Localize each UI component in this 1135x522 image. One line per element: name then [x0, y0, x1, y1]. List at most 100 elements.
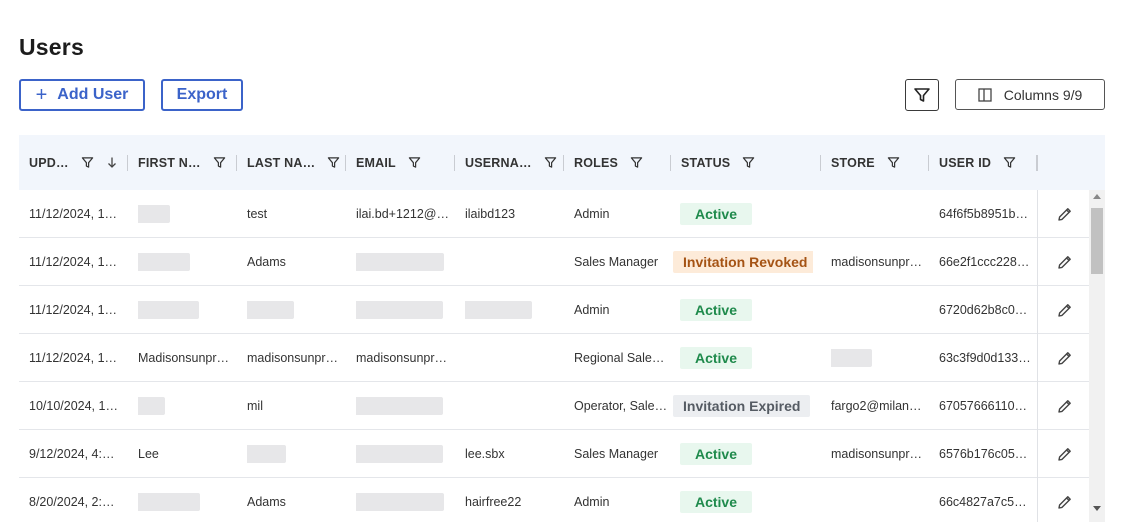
column-header-8[interactable]: USER ID: [939, 135, 1037, 190]
filter-icon[interactable]: [1003, 156, 1016, 169]
column-separator[interactable]: [454, 155, 455, 171]
first-cell: Lee: [138, 446, 159, 461]
column-header-label: STORE: [831, 155, 875, 170]
table-header: UPD… FIRST N… LAST NA… EMAIL USERNA… ROLES STA…: [19, 135, 1105, 190]
column-header-5[interactable]: ROLES: [574, 135, 671, 190]
filter-icon[interactable]: [742, 156, 755, 169]
redacted-cell: [356, 286, 455, 333]
roles-cell: Sales Manager: [574, 254, 659, 269]
store-cell: [831, 478, 929, 522]
redacted-cell: [356, 430, 455, 477]
column-separator[interactable]: [820, 155, 821, 171]
updated-cell: 9/12/2024, 4:…: [29, 446, 115, 461]
filter-button[interactable]: [905, 79, 939, 111]
user-id-cell: 6576b176c05…: [939, 446, 1028, 461]
pencil-edit-icon[interactable]: [1055, 492, 1075, 512]
column-separator[interactable]: [563, 155, 564, 171]
table-row[interactable]: 11/12/2024, 1… Madisonsunpr… madisonsunpr……: [19, 334, 1105, 382]
pencil-edit-icon[interactable]: [1055, 204, 1075, 224]
column-header-0[interactable]: UPD…: [29, 135, 128, 190]
table-row[interactable]: 11/12/2024, 1… Adams Sales Manager Invitati…: [19, 238, 1105, 286]
last-cell: test: [247, 206, 268, 221]
scroll-down-arrow-icon[interactable]: [1093, 506, 1101, 511]
redacted-cell: [247, 286, 346, 333]
redacted-value: [465, 300, 532, 319]
status-cell: Active: [680, 334, 820, 381]
table-row[interactable]: 10/10/2024, 1… mil Operator, Sale… Invitati…: [19, 382, 1105, 430]
vertical-scrollbar[interactable]: [1089, 190, 1105, 522]
column-header-6[interactable]: STATUS: [681, 135, 821, 190]
filter-icon[interactable]: [327, 156, 340, 169]
columns-button[interactable]: Columns 9/9: [955, 79, 1105, 110]
column-separator[interactable]: [127, 155, 128, 171]
roles-cell: Admin: [574, 302, 610, 317]
filter-icon[interactable]: [544, 156, 557, 169]
redacted-value: [356, 492, 444, 511]
redacted-cell: [356, 238, 455, 285]
redacted-value: [138, 204, 170, 223]
username-cell: ilaibd123: [465, 206, 516, 221]
sort-down-icon[interactable]: [106, 156, 118, 169]
column-header-label: FIRST N…: [138, 155, 201, 170]
export-label: Export: [176, 86, 228, 103]
redacted-cell: [138, 286, 237, 333]
column-separator[interactable]: [928, 155, 929, 171]
status-badge: Active: [680, 442, 752, 465]
redacted-value: [356, 252, 444, 271]
column-separator[interactable]: [345, 155, 346, 171]
filter-icon[interactable]: [213, 156, 226, 169]
column-header-2[interactable]: LAST NA…: [247, 135, 346, 190]
scrollbar-thumb[interactable]: [1091, 208, 1103, 274]
redacted-cell: [138, 190, 237, 237]
filter-icon[interactable]: [887, 156, 900, 169]
pencil-edit-icon[interactable]: [1055, 348, 1075, 368]
store-cell: madisonsunpr…: [831, 254, 923, 269]
redacted-value: [138, 492, 200, 511]
email-cell: ilai.bd+1212@…: [356, 206, 449, 221]
page-title: Users: [19, 34, 84, 60]
status-cell: Invitation Expired: [673, 382, 813, 429]
add-user-label: Add User: [57, 86, 129, 103]
table-row[interactable]: 9/12/2024, 4:… Lee lee.sbx Sales Manager Act…: [19, 430, 1105, 478]
pencil-edit-icon[interactable]: [1055, 396, 1075, 416]
updated-cell: 11/12/2024, 1…: [29, 206, 118, 221]
column-header-label: STATUS: [681, 155, 731, 170]
column-header-4[interactable]: USERNA…: [465, 135, 564, 190]
users-table: UPD… FIRST N… LAST NA… EMAIL USERNA… ROLES STA…: [19, 135, 1105, 522]
table-row[interactable]: 11/12/2024, 1… Admin Active 6720d62b8c0…: [19, 286, 1105, 334]
table-row[interactable]: 8/20/2024, 2:… Adams hairfree22 Admin Active…: [19, 478, 1105, 522]
last-cell: Adams: [247, 254, 286, 269]
user-id-cell: 66e2f1ccc228…: [939, 254, 1030, 269]
column-header-3[interactable]: EMAIL: [356, 135, 455, 190]
column-separator[interactable]: [236, 155, 237, 171]
filter-icon[interactable]: [81, 156, 94, 169]
add-user-button[interactable]: + Add User: [19, 79, 145, 111]
store-cell: [831, 190, 929, 237]
pencil-edit-icon[interactable]: [1055, 252, 1075, 272]
updated-cell: 11/12/2024, 1…: [29, 350, 118, 365]
pencil-edit-icon[interactable]: [1055, 444, 1075, 464]
roles-cell: Regional Sale…: [574, 350, 665, 365]
pencil-edit-icon[interactable]: [1055, 300, 1075, 320]
last-cell: mil: [247, 398, 263, 413]
user-id-cell: 67057666110…: [939, 398, 1028, 413]
column-header-label: LAST NA…: [247, 155, 316, 170]
store-cell: fargo2@milan…: [831, 398, 922, 413]
status-badge: Active: [680, 346, 752, 369]
column-header-label: USER ID: [939, 155, 992, 170]
user-id-cell: 63c3f9d0d133…: [939, 350, 1031, 365]
username-cell: [465, 334, 564, 381]
updated-cell: 11/12/2024, 1…: [29, 254, 118, 269]
export-button[interactable]: Export: [161, 79, 243, 111]
column-separator[interactable]: [670, 155, 671, 171]
column-header-7[interactable]: STORE: [831, 135, 929, 190]
filter-icon[interactable]: [408, 156, 421, 169]
redacted-value: [247, 444, 286, 463]
filter-icon[interactable]: [630, 156, 643, 169]
column-header-1[interactable]: FIRST N…: [138, 135, 237, 190]
redacted-cell: [831, 334, 929, 381]
column-header-label: EMAIL: [356, 155, 396, 170]
redacted-value: [356, 444, 443, 463]
scroll-up-arrow-icon[interactable]: [1093, 194, 1101, 199]
table-row[interactable]: 11/12/2024, 1… test ilai.bd+1212@… ilaibd12…: [19, 190, 1105, 238]
